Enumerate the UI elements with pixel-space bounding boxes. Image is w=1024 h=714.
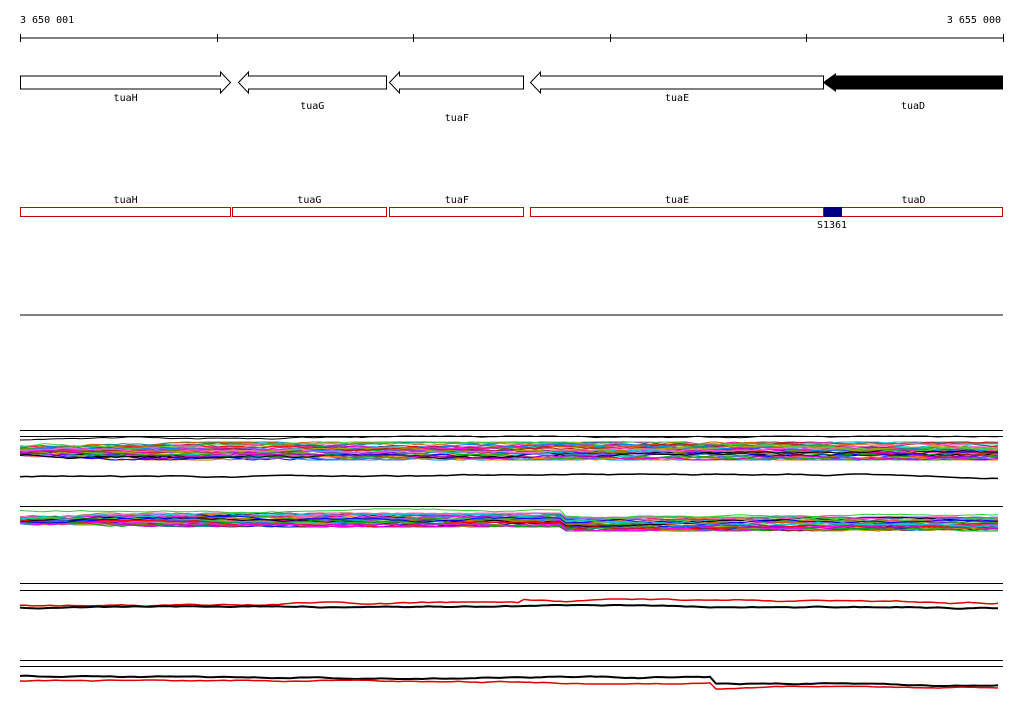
region-box[interactable]: [389, 207, 524, 217]
gene-arrow[interactable]: [237, 70, 387, 95]
track-series-line: [19, 473, 999, 480]
start-coordinate-label: 3 650 001: [20, 15, 74, 26]
feature-label: S1361: [817, 220, 847, 231]
gene-arrow[interactable]: [822, 73, 1003, 92]
genome-browser: 3 650 001 3 655 000 tuaH tuaG tuaF tuaE tuaD…: [19, 15, 1004, 690]
gene-track: tuaH tuaG tuaF tuaE tuaD: [20, 70, 1003, 124]
expression-track-4: [19, 660, 1003, 690]
expression-tracks: [19, 430, 1003, 690]
expression-track-2: [19, 506, 1003, 532]
gene-label: tuaD: [901, 101, 925, 112]
region-label: tuaD: [901, 195, 925, 206]
end-coordinate-label: 3 655 000: [947, 15, 1001, 26]
coordinate-ruler: 3 650 001 3 655 000: [20, 15, 1004, 42]
expression-track-1: [19, 430, 1003, 480]
gene-label: tuaG: [300, 101, 324, 112]
region-label: tuaE: [665, 195, 689, 206]
gene-arrow[interactable]: [20, 70, 232, 95]
gene-label: tuaH: [114, 93, 138, 104]
region-box[interactable]: [232, 207, 387, 217]
region-label: tuaH: [114, 195, 138, 206]
track-series-line: [19, 604, 998, 610]
expression-track-3: [19, 583, 1003, 610]
region-label: tuaG: [297, 195, 321, 206]
region-box[interactable]: [824, 207, 1003, 217]
region-box[interactable]: [20, 207, 231, 217]
region-box[interactable]: [530, 207, 824, 217]
gene-label: tuaE: [665, 93, 689, 104]
gene-arrow[interactable]: [529, 70, 824, 95]
region-label: tuaF: [445, 195, 469, 206]
gene-arrow[interactable]: [388, 70, 524, 95]
region-track: tuaH tuaG tuaF tuaE tuaD S1361: [20, 195, 1003, 231]
feature-marker[interactable]: [824, 207, 842, 217]
gene-label: tuaF: [445, 113, 469, 124]
